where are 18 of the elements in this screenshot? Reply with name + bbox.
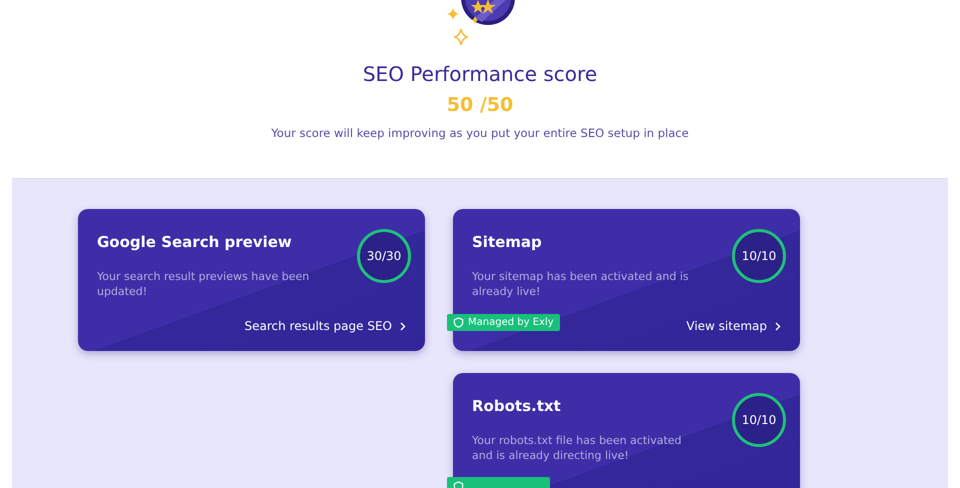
score-ring: 30/30 xyxy=(357,229,411,283)
card-title: Robots.txt xyxy=(472,397,561,415)
score-ring: 10/10 xyxy=(732,229,786,283)
page-title: SEO Performance score xyxy=(362,62,598,86)
card-description: Your robots.txt file has been activated and is already directing live! xyxy=(472,433,683,463)
card-description: Your sitemap has been activated and is already live! xyxy=(472,269,690,299)
score-ring: 10/10 xyxy=(732,393,786,447)
chevron-icon xyxy=(400,322,406,330)
shield-icon xyxy=(453,317,464,328)
badge-label: Managed by Exly xyxy=(468,317,554,328)
card-title: Google Search preview xyxy=(97,233,292,251)
total-score: 50 /50 xyxy=(446,94,514,116)
page-subtitle: Your score will keep improving as you put your entire SEO setup in place xyxy=(271,126,689,140)
card-description: Your search result previews have been updated! xyxy=(97,269,310,299)
card-link[interactable]: View sitemap xyxy=(686,319,781,333)
card-title: Sitemap xyxy=(472,233,542,251)
card-link[interactable]: Search results page SEO xyxy=(244,319,406,333)
chevron-icon xyxy=(775,322,781,330)
